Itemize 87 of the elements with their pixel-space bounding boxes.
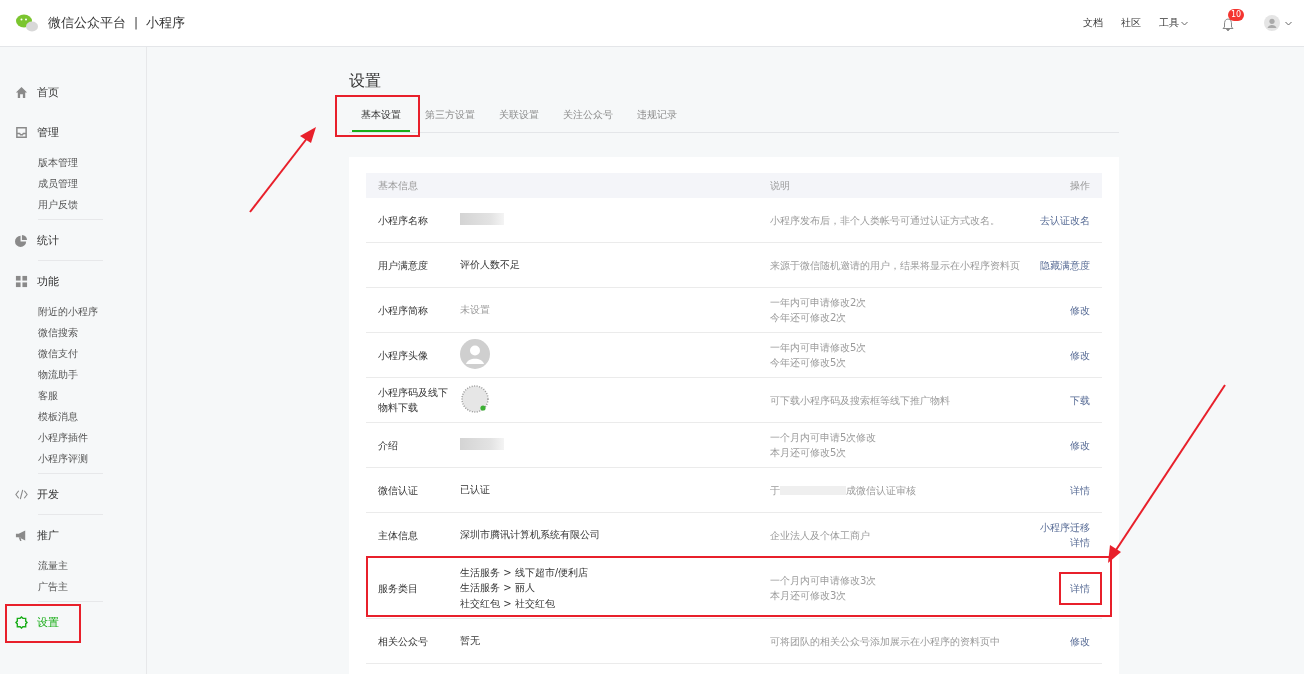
category-path: 生活服务 > 丽人 [460,581,536,596]
description-text: 本月还可修改5次 [770,446,848,460]
home-icon [15,85,28,99]
action-link[interactable]: 去认证改名 [1040,212,1090,228]
sidebar-subitem[interactable]: 广告主 [38,576,68,597]
field-label: 相关公众号 [377,634,429,649]
sidebar-subitem[interactable]: 成员管理 [38,173,78,194]
code-icon [15,487,28,501]
sidebar-subitem[interactable]: 用户反馈 [38,194,78,215]
column-header: 基本信息 [377,179,419,193]
header-link[interactable]: 工具 [1159,16,1188,30]
logo-icon [16,14,38,32]
field-label: 小程序简称 [377,303,429,318]
header-link[interactable]: 文档 [1083,16,1103,30]
product-name: 小程序 [146,14,186,32]
description-text: 今年还可修改5次 [770,356,848,370]
action-link[interactable]: 隐藏满意度 [1040,257,1090,273]
action-link[interactable]: 修改 [1070,347,1090,363]
category-path: 社交红包 > 社交红包 [460,596,556,611]
field-label: 小程序码及线下物料下载 [377,386,449,415]
sidebar-subitem[interactable]: 版本管理 [38,152,78,173]
separator-text: | [134,16,139,30]
sidebar-subitem[interactable]: 微信搜索 [38,322,78,343]
sidebar-subitem[interactable]: 附近的小程序 [38,301,98,322]
avatar-icon [460,339,490,369]
category-path: 生活服务 > 线下超市/便利店 [460,565,590,580]
action-link[interactable]: 修改 [1070,437,1090,453]
field-label: 用户满意度 [377,258,429,273]
tab[interactable]: 基本设置 [349,102,413,132]
action-link[interactable]: 修改 [1070,302,1090,318]
field-label: 小程序名称 [377,213,429,228]
description-text: 本月还可修改3次 [770,589,848,603]
description-text: 来源于微信随机邀请的用户，结果将显示在小程序资料页 [770,258,1021,273]
sidebar-subitem[interactable]: 小程序插件 [38,427,88,448]
sidebar-subitem[interactable]: 客服 [38,385,58,406]
description-text: 成微信认证审核 [846,483,916,498]
avatar-icon [1264,15,1280,31]
platform-name: 微信公众平台 [48,14,126,32]
field-label: 主体信息 [377,528,419,543]
sidebar-item[interactable]: 推广 [0,515,76,555]
action-link[interactable]: 详情 [1070,580,1090,596]
field-value: 深圳市腾讯计算机系统有限公司 [460,529,600,541]
grid-icon [15,274,28,288]
description-text: 可将团队的相关公众号添加展示在小程序的资料页中 [770,634,1001,649]
sidebar-item[interactable]: 管理 [0,112,76,152]
sidebar-subitem[interactable]: 模板消息 [38,406,78,427]
action-link[interactable]: 下载 [1070,392,1090,408]
action-link[interactable]: 小程序迁移 [1040,520,1090,535]
tray-icon [15,125,28,139]
header-link[interactable]: 社区 [1121,16,1141,30]
redacted-block [460,213,504,225]
field-value: 未设置 [460,304,490,316]
description-text: 小程序发布后，非个人类帐号可通过认证方式改名。 [770,213,1001,228]
action-link[interactable]: 修改 [1070,633,1090,649]
sidebar-subitem[interactable]: 流量主 [38,555,68,576]
caret-icon [1285,20,1292,26]
field-value: 评价人数不足 [460,259,520,271]
field-label: 微信认证 [377,483,419,498]
field-value: 暂无 [460,635,480,647]
mini-program-code-icon [460,384,490,414]
redacted-block [460,438,504,450]
sidebar-item[interactable]: 功能 [0,261,76,301]
page-title: 设置 [349,71,382,92]
pie-chart-icon [15,233,28,247]
action-link[interactable]: 详情 [1070,535,1090,550]
field-label: 服务类目 [377,581,419,596]
megaphone-icon [15,528,28,542]
sidebar-item[interactable]: 首页 [0,72,76,112]
field-value: 已认证 [460,484,490,496]
sidebar-subitem[interactable]: 物流助手 [38,364,78,385]
column-header: 说明 [770,179,791,193]
notification-badge: 10 [1228,9,1245,21]
sidebar-subitem[interactable]: 微信支付 [38,343,78,364]
description-text: 企业法人及个体工商户 [770,528,871,543]
settings-icon [15,615,28,629]
sidebar-subitem[interactable]: 小程序评测 [38,448,88,469]
description-text: 可下载小程序码及搜索框等线下推广物料 [770,393,951,408]
description-text: 今年还可修改2次 [770,311,848,325]
sidebar-item[interactable]: 统计 [0,220,76,260]
field-label: 介绍 [377,438,399,453]
user-menu[interactable] [1264,15,1292,31]
column-header: 操作 [1070,178,1090,193]
action-link[interactable]: 详情 [1070,482,1090,498]
description-text: 于 [770,483,780,498]
sidebar-item[interactable]: 开发 [0,474,76,514]
field-label: 小程序头像 [377,348,429,363]
bell-icon[interactable] [1222,18,1234,31]
